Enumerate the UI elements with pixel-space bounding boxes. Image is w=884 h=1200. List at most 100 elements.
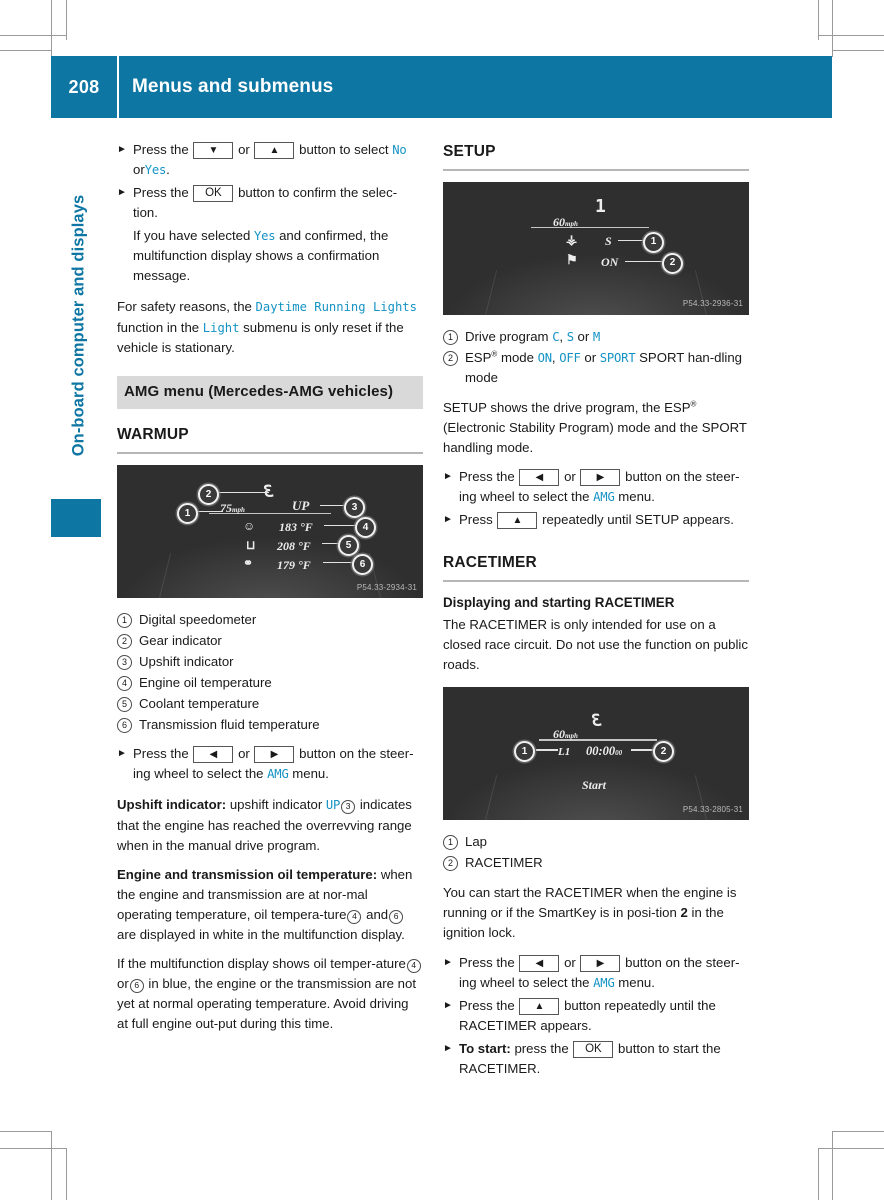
key-up-button[interactable]: ▲ — [519, 997, 560, 1015]
figure-code: P54.33-2936-31 — [682, 299, 743, 309]
figure-callout-5: 5 — [338, 534, 359, 556]
setup-part2: (Electronic Stability Program) mode and … — [443, 419, 747, 455]
step-text-line2-post: menu. — [618, 974, 655, 990]
step-press-up-until-setup: ► Press ▲ repeatedly until SETUP appears… — [443, 510, 749, 530]
page-number: 208 — [51, 56, 117, 118]
step-arrow-icon: ► — [443, 1042, 453, 1054]
step-text-or: or — [564, 954, 576, 970]
legend-number: 2 — [117, 634, 132, 650]
setup-legend-list: 1 Drive program C, S or M 2 ESP® mode ON… — [443, 327, 749, 388]
crop-mark-top-left-h — [0, 35, 66, 36]
list-item: 1 Drive program C, S or M — [443, 327, 749, 347]
legend-label: Transmission fluid temperature — [139, 717, 320, 733]
crop-mark-bottom-left-h2 — [0, 1148, 66, 1149]
step-text-prefix: Press the — [459, 468, 515, 484]
crop-mark-bottom-right-h2 — [818, 1148, 884, 1149]
key-left-button[interactable]: ◀ — [193, 746, 234, 764]
heading-rule — [117, 451, 423, 454]
figure-speed-unit: mph — [232, 505, 245, 514]
term-amg: AMG — [593, 489, 615, 504]
figure-warmup-display: 75mph 3 UP 183 °F 208 °F 179 °F ☺ ⊔ ⚭ 1 … — [117, 464, 423, 598]
upshift-indicator-paragraph: Upshift indicator: upshift indicator UP 3… — [117, 795, 423, 855]
registered-mark: ® — [491, 349, 498, 359]
inline-ref-3: 3 — [341, 800, 356, 815]
step-arrow-icon: ► — [117, 144, 127, 155]
safety-part1: For safety reasons, the — [117, 299, 252, 315]
legend-label: Lap — [465, 834, 488, 850]
step-text-middle: button on the steer- — [299, 746, 414, 762]
oil-can-icon: ☺ — [243, 518, 256, 533]
safety-note-paragraph: For safety reasons, the Daytime Running … — [117, 297, 423, 357]
step-text-or: or — [238, 142, 250, 157]
legend-label: Digital speedometer — [139, 611, 257, 627]
step-select-amg-menu-racetimer: ► Press the ◀ or ▶ button on the steer- … — [443, 953, 749, 993]
legend-prefix: ESP — [465, 349, 492, 365]
figure-callout-1: 1 — [177, 502, 198, 524]
crop-mark-bottom-right-v — [832, 1131, 833, 1200]
key-ok-button[interactable]: OK — [573, 1040, 614, 1058]
key-left-button[interactable]: ◀ — [519, 468, 560, 486]
figure-callout-3: 3 — [344, 496, 365, 518]
figure-separator — [531, 226, 649, 229]
lead-line-2 — [211, 491, 269, 494]
value-m: M — [592, 329, 601, 344]
figure-timer: 00:0000 — [586, 742, 622, 761]
legend-number: 3 — [117, 655, 132, 671]
legend-number: 6 — [117, 718, 132, 734]
figure-lap: L1 — [558, 746, 571, 759]
key-right-button[interactable]: ▶ — [580, 954, 621, 972]
figure-upshift: UP — [292, 497, 310, 513]
step-text-middle: button to select — [299, 142, 389, 157]
legend-number: 4 — [117, 676, 132, 692]
key-up-button[interactable]: ▲ — [497, 512, 538, 530]
key-left-button[interactable]: ◀ — [519, 954, 560, 972]
to-start-bold-lead: To start: — [459, 1040, 511, 1056]
legend-number: 1 — [443, 329, 458, 345]
heading-racetimer: RACETIMER — [443, 554, 537, 572]
crop-mark-bottom-right-h — [832, 1131, 884, 1132]
subheading-displaying-starting-racetimer: Displaying and starting RACETIMER — [443, 594, 675, 610]
page-header: 208 Menus and submenus — [51, 56, 832, 118]
step-text-line2: RACETIMER appears. — [459, 1017, 592, 1033]
figure-esp-mode: ON — [601, 254, 619, 269]
step-text-cont: tion. — [133, 205, 158, 221]
step-confirm-note: If you have selected Yes and confirmed, … — [117, 226, 423, 286]
chapter-thumb-tab — [51, 499, 101, 537]
figure-callout-2: 2 — [198, 483, 219, 505]
figure-callout-1: 1 — [643, 231, 664, 253]
racetimer-legend-list: 1 Lap 2 RACETIMER — [443, 832, 749, 873]
step-text-line2: RACETIMER. — [459, 1060, 541, 1076]
crop-mark-top-right-v — [832, 0, 833, 57]
key-right-button[interactable]: ▶ — [254, 746, 295, 764]
step-to-start-racetimer: ► To start: press the OK button to start… — [443, 1039, 749, 1079]
crop-mark-top-right-h2 — [832, 50, 884, 51]
crop-mark-bottom-left-v2 — [66, 1148, 67, 1200]
figure-callout-2: 2 — [662, 252, 683, 274]
setup-part1: SETUP shows the drive program, the ESP — [443, 399, 691, 415]
key-ok-button[interactable]: OK — [193, 185, 234, 203]
list-item: 2 Gear indicator — [117, 631, 423, 651]
racetimer-start-conditions-paragraph: You can start the RACETIMER when the eng… — [443, 883, 749, 943]
legend-label: ESP® mode ON, OFF or SPORT SPORT han-dli… — [465, 348, 749, 388]
step-arrow-icon: ► — [117, 187, 127, 199]
blue-temp-paragraph: If the multifunction display shows oil t… — [117, 954, 423, 1034]
figure-callout-6: 6 — [352, 553, 373, 575]
legend-mode-word: mode — [500, 349, 534, 365]
list-item: 5 Coolant temperature — [117, 694, 423, 714]
step-text-prefix: Press the — [459, 997, 515, 1013]
lead-line-1 — [195, 510, 223, 513]
step-arrow-icon: ► — [443, 514, 453, 526]
inline-ref-4: 4 — [347, 909, 362, 924]
figure-timer-frac: 00 — [615, 749, 623, 758]
blue-temp-part1: If the multifunction display shows oil t… — [117, 955, 406, 971]
heading-rule — [443, 168, 749, 171]
list-item: 1 Lap — [443, 832, 749, 852]
key-right-button[interactable]: ▶ — [580, 468, 621, 486]
legend-sep2: or — [584, 349, 597, 365]
list-item: 2 ESP® mode ON, OFF or SPORT SPORT han-d… — [443, 348, 749, 388]
heading-setup: SETUP — [443, 143, 496, 160]
key-up-button[interactable]: ▲ — [254, 142, 295, 159]
key-down-button[interactable]: ▼ — [193, 142, 234, 159]
upshift-bold-lead: Upshift indicator: — [117, 797, 227, 813]
list-item: 3 Upshift indicator — [117, 652, 423, 672]
